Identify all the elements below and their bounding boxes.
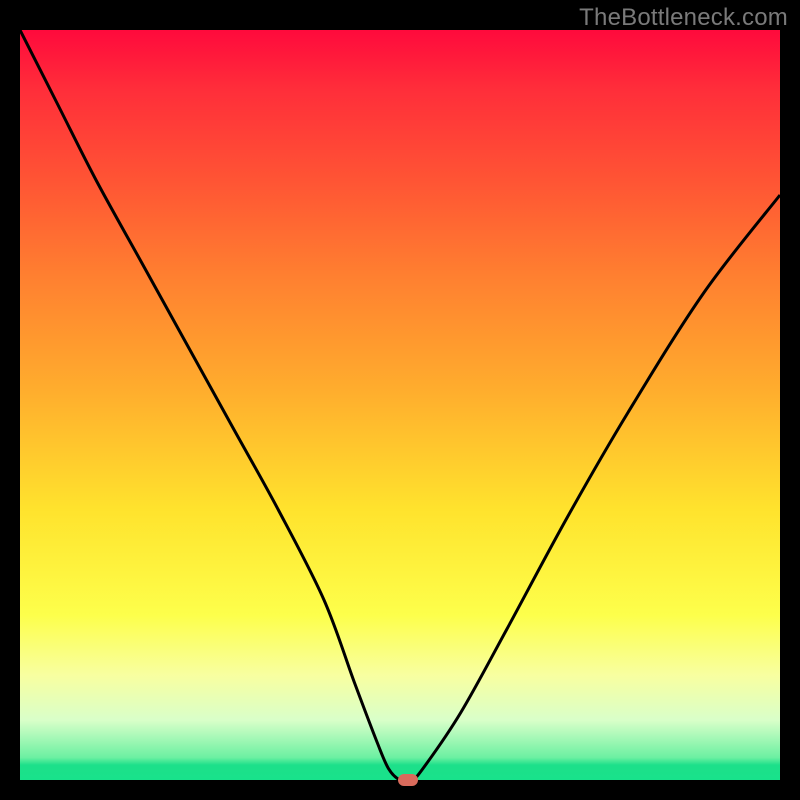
bottleneck-curve — [20, 30, 780, 780]
optimal-point-marker — [398, 774, 418, 786]
plot-area — [20, 30, 780, 780]
bottleneck-curve-path — [20, 30, 780, 780]
chart-frame: TheBottleneck.com — [0, 0, 800, 800]
watermark-text: TheBottleneck.com — [579, 4, 788, 32]
